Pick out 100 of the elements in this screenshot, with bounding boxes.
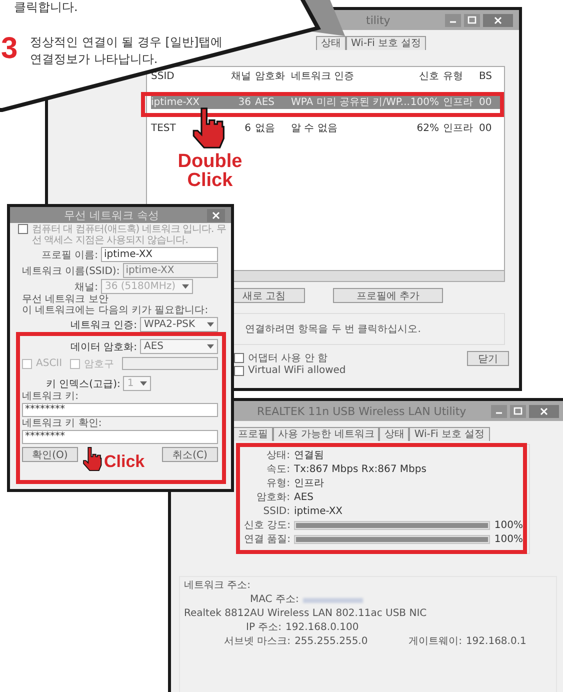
- close-button[interactable]: 닫기: [467, 351, 509, 366]
- info-label: MAC 주소:: [250, 593, 299, 607]
- info-value: AES: [294, 491, 314, 505]
- step-number: 3: [1, 33, 18, 65]
- column-header[interactable]: SSID: [151, 70, 229, 83]
- info-label: 유형:: [266, 477, 290, 491]
- column-header[interactable]: 채널: [229, 70, 255, 83]
- adapter-name: Realtek 8812AU Wireless LAN 802.11ac USB NIC: [184, 607, 427, 621]
- group-label: 네트워크 주소:: [184, 579, 251, 593]
- info-value: iptime-XX: [294, 505, 343, 519]
- info-value: 255.255.255.0: [294, 635, 369, 649]
- field-label: 네트워크 키:: [22, 391, 79, 402]
- info-label: 연결 품질:: [244, 533, 290, 547]
- checkbox-label: 컴퓨터 대 컴퓨터(애드혹) 네트워크 입니다. 무선 액세스 지점은 사용되지 않습니다.: [32, 224, 227, 246]
- auth-dropdown[interactable]: WPA2-PSK: [140, 317, 218, 332]
- encryption-dropdown[interactable]: AES: [140, 339, 218, 354]
- minimize-icon[interactable]: [445, 14, 461, 26]
- checkbox-label: 어댑터 사용 안 함: [248, 352, 328, 364]
- meter-reading: 100%: [494, 533, 523, 547]
- dialog-button[interactable]: 취소(C): [162, 447, 218, 462]
- close-icon[interactable]: [207, 208, 225, 222]
- info-value: Tx:867 Mbps Rx:867 Mbps: [294, 463, 426, 477]
- column-header[interactable]: 암호화: [255, 70, 291, 83]
- table-cell-text: 인프라: [443, 96, 474, 109]
- password-field[interactable]: ********: [22, 403, 218, 417]
- column-header[interactable]: 유형: [443, 70, 479, 83]
- info-label: IP 주소:: [246, 621, 282, 635]
- info-label: 암호화:: [256, 491, 290, 505]
- info-value: 192.168.0.100: [286, 621, 359, 635]
- info-value: 192.168.0.1: [466, 635, 526, 649]
- tab[interactable]: 사용 가능한 네트워크: [273, 427, 380, 441]
- close-icon[interactable]: [483, 14, 513, 26]
- dialog-button[interactable]: 확인(O): [22, 447, 78, 462]
- checkbox[interactable]: [18, 224, 28, 234]
- table-cell-text: 6: [244, 122, 252, 135]
- tab[interactable]: Wi-Fi 보호 설정: [409, 427, 490, 441]
- passphrase-field[interactable]: [122, 357, 218, 370]
- info-value: 인프라: [294, 477, 324, 491]
- table-cell-text: 알 수 없음: [291, 122, 338, 135]
- dropdown-caret-icon[interactable]: [182, 284, 189, 289]
- group-label: 무선 네트워크 보안: [22, 294, 108, 305]
- pointing-hand-icon: [82, 446, 102, 472]
- column-header[interactable]: BS: [479, 70, 497, 83]
- close-icon[interactable]: [529, 404, 559, 418]
- tab[interactable]: 프로필: [233, 427, 273, 441]
- table-cell-text: iptime-XX: [151, 96, 201, 109]
- table-cell-text: 인프라: [443, 122, 474, 135]
- action-button[interactable]: 프로필에 추가: [333, 288, 443, 303]
- info-value: 연결됨: [294, 449, 324, 463]
- tab[interactable]: Wi-Fi 보호 설정: [346, 36, 426, 50]
- note-text: 이 네트워크에는 다음의 키가 필요합니다:: [22, 305, 208, 316]
- maximize-icon[interactable]: [510, 404, 526, 418]
- info-label: 상태:: [266, 449, 290, 463]
- tab[interactable]: 상태: [379, 427, 410, 441]
- pointing-hand-icon: [191, 106, 225, 150]
- field-label: 채널:: [74, 280, 98, 294]
- field-label: 네트워크 인증:: [70, 318, 137, 332]
- table-cell-text: 100%: [409, 96, 440, 109]
- column-header[interactable]: 네트워크 인증: [291, 70, 409, 83]
- info-label: 게이트웨이:: [408, 635, 462, 649]
- checkbox-label: Virtual WiFi allowed: [248, 365, 346, 376]
- table-cell-text: TEST: [151, 122, 177, 135]
- tab[interactable]: 상태: [316, 36, 346, 50]
- checkbox[interactable]: [234, 352, 244, 362]
- field-label: 키 인덱스(고급):: [46, 378, 120, 390]
- info-label: 서브넷 마스크:: [224, 635, 291, 649]
- instruction-text: 정상적인 연결이 될 경우 [일반]탭에: [30, 34, 223, 50]
- instruction-text: 클릭합니다.: [14, 0, 78, 14]
- dialog-title: 무선 네트워크 속성: [63, 208, 160, 222]
- meter-reading: 100%: [494, 519, 523, 533]
- blurred-value: [302, 598, 363, 603]
- field-label: 네트워크 키 확인:: [22, 418, 102, 429]
- table-cell-text: 36: [237, 96, 252, 109]
- text-field[interactable]: iptime-XX: [101, 247, 218, 262]
- info-label: 속도:: [266, 463, 290, 477]
- field-label: 네트워크 이름(SSID):: [22, 264, 120, 278]
- checkbox-label: 암호구: [84, 358, 114, 370]
- window-title: REALTEK 11n USB Wireless LAN Utility: [256, 404, 468, 418]
- minimize-icon[interactable]: [491, 404, 507, 418]
- annotation-text: Double Click: [176, 152, 244, 190]
- dropdown-caret-icon[interactable]: [140, 381, 147, 386]
- table-cell-text: 00: [479, 96, 493, 109]
- window-title: tility: [366, 14, 390, 26]
- maximize-icon[interactable]: [464, 14, 480, 26]
- info-label: 신호 강도:: [244, 519, 290, 533]
- table-cell-text: 00: [479, 122, 493, 135]
- info-label: SSID:: [262, 505, 290, 519]
- table-cell-text: 없음: [255, 122, 276, 135]
- checkbox-label: ASCII: [36, 358, 62, 369]
- dropdown-caret-icon[interactable]: [207, 322, 214, 327]
- password-field[interactable]: ********: [22, 430, 218, 444]
- column-header[interactable]: 신호: [409, 70, 443, 83]
- annotation-text: Click: [104, 452, 145, 471]
- table-cell-text: AES: [255, 96, 276, 109]
- network-row[interactable]: TEST 6 없음 알 수 없음 62% 인프라 00: [151, 122, 500, 135]
- field-label: 데이터 암호화:: [70, 340, 137, 354]
- dropdown-caret-icon[interactable]: [207, 344, 214, 349]
- instruction-text: 연결정보가 나타납니다.: [30, 51, 158, 67]
- checkbox[interactable]: [234, 366, 244, 376]
- table-cell-text: 62%: [416, 122, 440, 135]
